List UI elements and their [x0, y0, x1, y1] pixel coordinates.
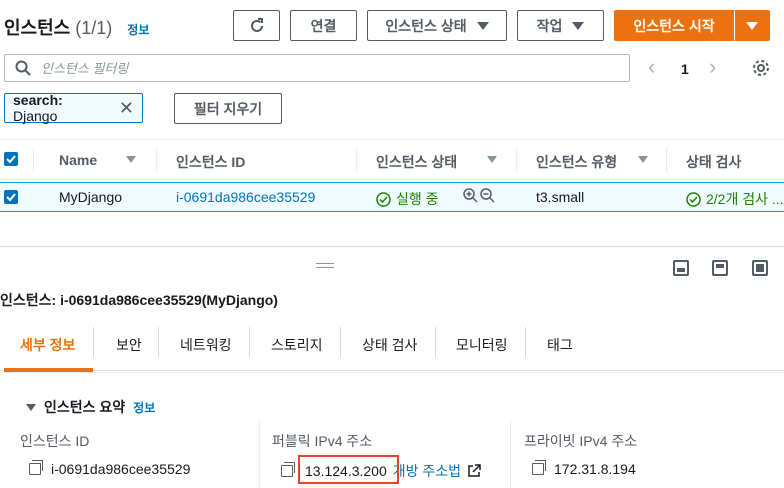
highlight-box — [298, 455, 399, 484]
sort-icon[interactable] — [487, 156, 497, 163]
caret-down-icon — [26, 403, 36, 411]
column-divider — [666, 148, 667, 172]
row-checkbox[interactable] — [4, 190, 18, 204]
search-box[interactable] — [4, 54, 630, 82]
refresh-icon — [250, 17, 263, 32]
panel-bottom-icon[interactable] — [673, 260, 689, 276]
refresh-button[interactable] — [233, 10, 280, 41]
clear-filters-button[interactable]: 필터 지우기 — [174, 93, 282, 124]
sort-icon[interactable] — [126, 156, 136, 163]
table-top-border — [0, 139, 784, 140]
tab-storage[interactable]: 스토리지 — [271, 335, 323, 355]
title-text: 인스턴스 — [4, 18, 71, 38]
copy-icon[interactable] — [29, 460, 43, 475]
summary-header[interactable]: 인스턴스 요약 정보 — [26, 397, 155, 417]
status-check-text: 2/2개 검사 ... — [706, 191, 784, 207]
success-icon — [376, 191, 391, 207]
open-address-link[interactable]: 개방 주소법 — [393, 461, 481, 481]
header-border — [0, 179, 784, 180]
field-label-private-ip: 프라이빗 IPv4 주소 — [524, 433, 638, 449]
external-link-icon — [468, 464, 481, 477]
panel-full-icon[interactable] — [752, 260, 768, 276]
check-icon — [6, 155, 16, 164]
zoom-out-icon[interactable] — [480, 188, 495, 203]
instance-count: (1/1) — [75, 18, 113, 38]
tab-divider — [435, 327, 436, 357]
tab-monitoring[interactable]: 모니터링 — [456, 335, 508, 355]
prev-page-icon[interactable]: ‹ — [648, 54, 655, 80]
column-header-name[interactable]: Name — [59, 152, 97, 168]
summary-title: 인스턴스 요약 — [44, 399, 126, 415]
column-divider — [510, 420, 511, 488]
cell-name: MyDjango — [59, 189, 123, 205]
tab-details[interactable]: 세부 정보 — [20, 335, 75, 355]
actions-label: 작업 — [536, 17, 563, 34]
actions-button[interactable]: 작업 — [517, 10, 604, 41]
tabs-border — [0, 370, 784, 371]
next-page-icon[interactable]: › — [709, 54, 716, 80]
launch-instance-button[interactable]: 인스턴스 시작 — [614, 10, 734, 41]
search-icon — [15, 60, 31, 76]
column-divider — [156, 148, 157, 172]
check-icon — [6, 193, 16, 202]
tab-divider — [158, 327, 159, 357]
instance-state-button[interactable]: 인스턴스 상태 — [367, 10, 507, 41]
column-header-instance-type[interactable]: 인스턴스 유형 — [536, 152, 617, 172]
search-input[interactable] — [41, 60, 601, 76]
cell-state: 실행 중 — [376, 189, 439, 209]
info-link[interactable]: 정보 — [127, 23, 149, 37]
field-label-public-ip: 퍼블릭 IPv4 주소 — [272, 433, 373, 449]
cell-status-check: 2/2개 검사 ... — [686, 189, 784, 209]
open-address-label: 개방 주소법 — [392, 463, 462, 479]
filter-token: search: Django ✕ — [4, 92, 143, 124]
column-divider — [516, 148, 517, 172]
column-divider — [33, 148, 34, 172]
settings-gear-icon[interactable] — [752, 59, 770, 80]
chevron-down-icon — [476, 21, 489, 30]
private-ip-value: 172.31.8.194 — [554, 461, 636, 477]
split-divider — [0, 246, 784, 247]
tab-divider — [93, 327, 94, 357]
launch-dropdown-button[interactable] — [734, 10, 770, 41]
select-all-checkbox[interactable] — [4, 152, 18, 166]
page-title: 인스턴스 (1/1) 정보 — [4, 14, 149, 40]
tab-networking[interactable]: 네트워킹 — [180, 335, 232, 355]
column-divider — [259, 420, 260, 488]
token-value: Django — [13, 108, 58, 124]
column-divider — [356, 148, 357, 172]
cell-instance-id-link[interactable]: i-0691da986cee35529 — [176, 189, 315, 205]
zoom-in-icon[interactable] — [463, 188, 478, 203]
sort-icon[interactable] — [638, 156, 648, 163]
cell-instance-type: t3.small — [536, 189, 585, 205]
field-value-private-ip: 172.31.8.194 — [532, 460, 636, 477]
tab-status-checks[interactable]: 상태 검사 — [362, 335, 417, 355]
instance-state-label: 인스턴스 상태 — [385, 17, 467, 34]
close-icon[interactable]: ✕ — [119, 98, 134, 119]
drag-handle-icon[interactable] — [316, 263, 334, 268]
token-key: search: — [13, 92, 63, 108]
connect-button[interactable]: 연결 — [290, 10, 357, 41]
page-number[interactable]: 1 — [681, 61, 689, 77]
tab-divider — [525, 327, 526, 357]
success-icon — [686, 191, 701, 207]
copy-icon[interactable] — [281, 462, 295, 477]
zoom-controls[interactable] — [463, 188, 495, 203]
field-value-instance-id: i-0691da986cee35529 — [29, 460, 191, 477]
state-text: 실행 중 — [396, 191, 439, 207]
tab-divider — [340, 327, 341, 357]
panel-split-icon[interactable] — [712, 260, 728, 276]
tab-divider — [249, 327, 250, 357]
column-header-status-check[interactable]: 상태 검사 — [686, 152, 741, 172]
tab-tags[interactable]: 태그 — [547, 335, 573, 355]
instance-id-value: i-0691da986cee35529 — [51, 461, 191, 477]
field-label-instance-id: 인스턴스 ID — [20, 433, 90, 449]
summary-info-link[interactable]: 정보 — [133, 399, 155, 416]
tab-security[interactable]: 보안 — [116, 335, 142, 355]
chevron-down-icon — [746, 21, 758, 30]
column-header-instance-state[interactable]: 인스턴스 상태 — [376, 152, 457, 172]
details-title: 인스턴스: i-0691da986cee35529(MyDjango) — [0, 292, 278, 308]
column-header-instance-id[interactable]: 인스턴스 ID — [176, 152, 245, 172]
chevron-down-icon — [572, 21, 585, 30]
copy-icon[interactable] — [532, 460, 546, 475]
